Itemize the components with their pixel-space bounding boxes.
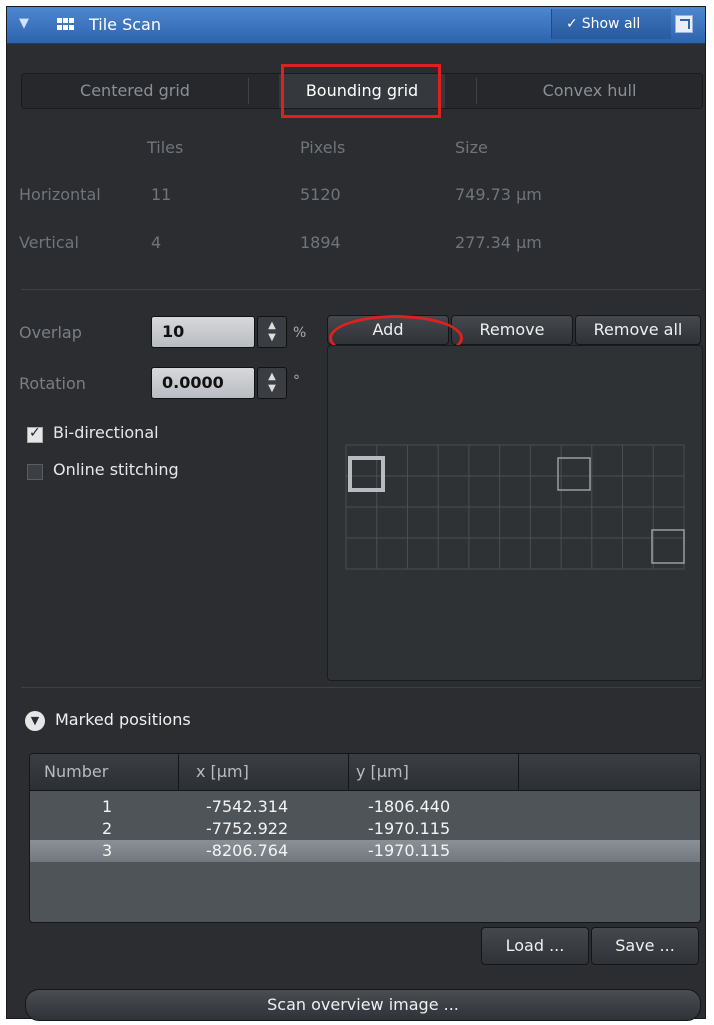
chevron-down-icon[interactable]: ▼	[25, 711, 45, 731]
marked-position-2-tile[interactable]	[557, 457, 591, 491]
row-x: -7752.922	[206, 819, 289, 838]
tile-preview[interactable]	[327, 345, 703, 681]
rotation-label: Rotation	[19, 374, 86, 393]
column-header-x[interactable]: x [µm]	[196, 762, 249, 781]
tile-grid-canvas	[345, 444, 685, 570]
grid-mode-tabs: Centered grid Bounding grid Convex hull	[21, 73, 703, 109]
panel-title-bar[interactable]: ▼ Tile Scan ✓ Show all	[7, 7, 705, 44]
rotation-unit: °	[293, 373, 300, 389]
vertical-tiles: 4	[151, 233, 162, 252]
collapse-arrow-icon[interactable]: ▼	[19, 16, 29, 31]
row-x: -7542.314	[206, 797, 289, 816]
horizontal-tiles: 11	[151, 185, 172, 204]
row-y: -1806.440	[368, 797, 451, 816]
section-divider	[21, 687, 701, 688]
horizontal-pixels: 5120	[300, 185, 341, 204]
save-button[interactable]: Save ...	[591, 927, 699, 965]
table-row[interactable]: 1 -7542.314 -1806.440	[30, 796, 700, 818]
marked-positions-table: Number x [µm] y [µm] 1 -7542.314 -1806.4…	[29, 753, 701, 923]
column-divider[interactable]	[348, 754, 349, 790]
tile-grid-icon	[57, 18, 75, 31]
rotation-value: 0.0000	[162, 373, 224, 392]
marked-positions-title[interactable]: Marked positions	[55, 710, 191, 729]
row-vertical-label: Vertical	[19, 233, 79, 252]
table-row-selected[interactable]: 3 -8206.764 -1970.115	[30, 840, 700, 862]
table-row[interactable]: 2 -7752.922 -1970.115	[30, 818, 700, 840]
overlap-unit: %	[293, 325, 307, 341]
vertical-size: 277.34 µm	[455, 233, 542, 252]
bidirectional-label: Bi-directional	[53, 423, 159, 442]
add-button[interactable]: Add	[327, 315, 449, 345]
horizontal-size: 749.73 µm	[455, 185, 542, 204]
remove-button[interactable]: Remove	[451, 315, 573, 345]
overlap-stepper[interactable]: ▲ ▼	[257, 316, 287, 348]
rotation-field[interactable]: 0.0000	[151, 367, 255, 399]
vertical-pixels: 1894	[300, 233, 341, 252]
overlap-field[interactable]: 10	[151, 316, 255, 348]
column-divider[interactable]	[518, 754, 519, 790]
table-header: Number x [µm] y [µm]	[30, 754, 700, 791]
show-all-button[interactable]: ✓ Show all	[551, 9, 671, 39]
bidirectional-checkbox[interactable]	[27, 425, 43, 443]
tab-centered-grid[interactable]: Centered grid	[22, 74, 248, 108]
row-number: 2	[102, 819, 113, 838]
column-header-y[interactable]: y [µm]	[356, 762, 409, 781]
rotation-stepper[interactable]: ▲ ▼	[257, 367, 287, 399]
remove-all-button[interactable]: Remove all	[575, 315, 701, 345]
overlap-label: Overlap	[19, 323, 82, 342]
panel-title: Tile Scan	[89, 15, 161, 34]
popout-window-icon[interactable]	[675, 15, 693, 33]
header-pixels: Pixels	[300, 138, 346, 157]
tab-convex-hull[interactable]: Convex hull	[477, 74, 702, 108]
online-stitching-checkbox[interactable]	[27, 464, 43, 480]
overlap-value: 10	[162, 322, 185, 341]
load-button[interactable]: Load ...	[481, 927, 589, 965]
row-horizontal-label: Horizontal	[19, 185, 101, 204]
column-divider[interactable]	[178, 754, 179, 790]
tile-scan-panel: ▼ Tile Scan ✓ Show all Centered grid Boun…	[6, 6, 706, 1021]
column-header-number[interactable]: Number	[44, 762, 108, 781]
checkmark-icon: ✓	[566, 16, 578, 32]
scan-overview-image-button[interactable]: Scan overview image ...	[25, 989, 701, 1021]
online-stitching-label: Online stitching	[53, 460, 179, 479]
section-divider	[21, 289, 701, 290]
row-number: 1	[102, 797, 113, 816]
marked-position-1-tile[interactable]	[348, 456, 385, 492]
row-y: -1970.115	[368, 819, 451, 838]
tile-grid-lines	[345, 444, 685, 570]
row-y: -1970.115	[368, 841, 451, 860]
marked-position-3-tile[interactable]	[651, 529, 685, 564]
row-x: -8206.764	[206, 841, 289, 860]
header-tiles: Tiles	[147, 138, 184, 157]
tab-bounding-grid[interactable]: Bounding grid	[279, 74, 445, 108]
header-size: Size	[455, 138, 488, 157]
tab-divider	[248, 78, 249, 104]
show-all-label: Show all	[581, 16, 641, 32]
row-number: 3	[102, 841, 113, 860]
